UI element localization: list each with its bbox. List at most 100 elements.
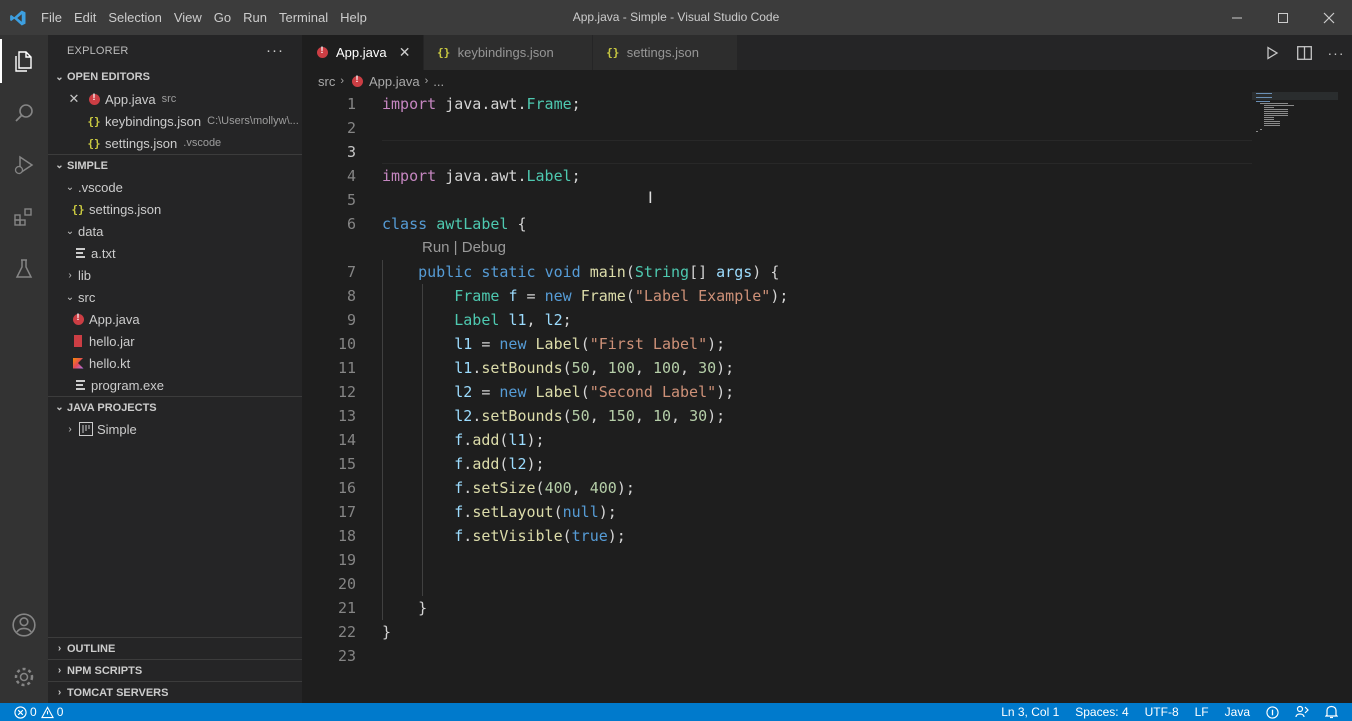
status-bar: 0 0 Ln 3, Col 1 Spaces: 4 UTF-8 LF Java [0, 703, 1352, 721]
codelens-run-debug[interactable]: Run | Debug [382, 236, 1252, 260]
indentation-setting[interactable]: Spaces: 4 [1067, 703, 1136, 721]
code-line: l2.setBounds(50, 150, 10, 30); [382, 404, 1252, 428]
accounts-activity[interactable] [0, 599, 48, 651]
menu-run[interactable]: Run [237, 0, 273, 35]
close-window-button[interactable] [1306, 0, 1352, 35]
menu-edit[interactable]: Edit [68, 0, 102, 35]
run-button[interactable] [1256, 35, 1288, 70]
tab-settings-json[interactable]: {} settings.json [592, 35, 738, 70]
codelens-spacer [302, 236, 382, 260]
encoding-setting[interactable]: UTF-8 [1137, 703, 1187, 721]
eol-setting[interactable]: LF [1187, 703, 1217, 721]
java-projects-header[interactable]: ⌄ JAVA PROJECTS [48, 396, 302, 418]
tree-folder[interactable]: ⌄ data [48, 220, 302, 242]
notifications-button[interactable] [1317, 703, 1346, 721]
cursor-position[interactable]: Ln 3, Col 1 [993, 703, 1067, 721]
code-line: f.setVisible(true); [382, 524, 1252, 548]
open-editor-item[interactable]: {} keybindings.json C:\Users\mollyw\... [48, 110, 302, 132]
line-number: 6 [346, 215, 356, 233]
tree-file[interactable]: program.exe [48, 374, 302, 396]
breadcrumb-file[interactable]: App.java [369, 74, 420, 89]
tree-file[interactable]: {} settings.json [48, 198, 302, 220]
more-actions-button[interactable]: ··· [1320, 35, 1352, 70]
open-editor-item[interactable]: ✕ App.java src [48, 88, 302, 110]
code-content[interactable]: import java.awt.Frame; import java.awt.L… [382, 92, 1252, 668]
code-editor[interactable]: 1 2 3 4 5 6 7 8 9 10 11 12 13 14 15 16 1… [302, 92, 1352, 703]
folder-name: lib [78, 267, 92, 283]
more-actions-icon[interactable]: ··· [266, 42, 284, 59]
menu-terminal[interactable]: Terminal [273, 0, 334, 35]
java-project-item[interactable]: › Simple [48, 418, 302, 440]
open-editor-item[interactable]: {} settings.json .vscode [48, 132, 302, 154]
line-number: 22 [337, 623, 356, 641]
sidebar-title: EXPLORER [67, 44, 129, 57]
tree-folder[interactable]: ⌄ .vscode [48, 176, 302, 198]
line-number-gutter: 1 2 3 4 5 6 7 8 9 10 11 12 13 14 15 16 1… [302, 92, 382, 668]
sidebar-header: EXPLORER ··· [48, 35, 302, 66]
close-icon[interactable]: ✕ [66, 91, 82, 107]
testing-activity[interactable] [0, 243, 48, 295]
play-icon [1267, 45, 1279, 60]
chevron-down-icon: ⌄ [55, 402, 64, 413]
tree-folder[interactable]: › lib [48, 264, 302, 286]
problems-indicator[interactable]: 0 0 [12, 703, 71, 721]
tree-file[interactable]: App.java [48, 308, 302, 330]
open-editors-header[interactable]: ⌄ OPEN EDITORS [48, 66, 302, 88]
section-label: NPM SCRIPTS [67, 664, 143, 677]
manage-activity[interactable] [0, 651, 48, 703]
line-number: 19 [337, 551, 356, 569]
menu-file[interactable]: File [35, 0, 68, 35]
line-number: 4 [346, 167, 356, 185]
tree-folder[interactable]: ⌄ src [48, 286, 302, 308]
tab-app-java[interactable]: App.java ✕ [302, 35, 424, 70]
chevron-right-icon: › [57, 643, 62, 654]
folder-name: src [78, 289, 96, 305]
explorer-activity[interactable] [0, 35, 48, 87]
chevron-right-icon: › [340, 75, 345, 87]
breadcrumb-symbol[interactable]: ... [433, 74, 444, 89]
text-file-icon [72, 377, 88, 393]
tab-keybindings-json[interactable]: {} keybindings.json [423, 35, 593, 70]
java-icon [314, 45, 330, 61]
error-icon [14, 705, 27, 719]
file-name: hello.kt [89, 355, 131, 371]
search-activity[interactable] [0, 87, 48, 139]
text-file-icon [72, 245, 88, 261]
minimize-button[interactable] [1214, 0, 1260, 35]
warning-count: 0 [56, 705, 64, 719]
chevron-down-icon: ⌄ [65, 225, 75, 237]
feedback-button[interactable] [1287, 703, 1317, 721]
chevron-down-icon: ⌄ [55, 160, 64, 171]
tree-file[interactable]: a.txt [48, 242, 302, 264]
menu-view[interactable]: View [168, 0, 208, 35]
close-icon[interactable]: ✕ [397, 44, 413, 61]
menu-go[interactable]: Go [208, 0, 237, 35]
menu-selection[interactable]: Selection [102, 0, 167, 35]
minimap[interactable] [1252, 92, 1338, 152]
explorer-sidebar: EXPLORER ··· ⌄ OPEN EDITORS ✕ App.java s… [48, 35, 302, 703]
gear-icon [14, 667, 34, 687]
code-line: import java.awt.Label; [382, 167, 581, 185]
java-icon [86, 91, 102, 107]
workspace-header[interactable]: ⌄ SIMPLE [48, 154, 302, 176]
npm-scripts-header[interactable]: › NPM SCRIPTS [48, 659, 302, 681]
run-debug-activity[interactable] [0, 139, 48, 191]
code-line: Label l1, l2; [382, 308, 1252, 332]
java-status-button[interactable] [1258, 703, 1287, 721]
tree-file[interactable]: hello.kt [48, 352, 302, 374]
outline-header[interactable]: › OUTLINE [48, 637, 302, 659]
split-editor-button[interactable] [1288, 35, 1320, 70]
vertical-scrollbar[interactable] [1338, 92, 1352, 703]
extensions-activity[interactable] [0, 191, 48, 243]
run-debug-icon [14, 155, 34, 175]
line-number: 14 [337, 431, 356, 449]
breadcrumb-folder[interactable]: src [318, 74, 335, 89]
file-path: C:\Users\mollyw\... [207, 115, 299, 127]
tree-file[interactable]: hello.jar [48, 330, 302, 352]
tomcat-servers-header[interactable]: › TOMCAT SERVERS [48, 681, 302, 703]
language-mode[interactable]: Java [1217, 703, 1258, 721]
code-line: public static void main(String[] args) { [382, 260, 1252, 284]
maximize-button[interactable] [1260, 0, 1306, 35]
menu-help[interactable]: Help [334, 0, 373, 35]
